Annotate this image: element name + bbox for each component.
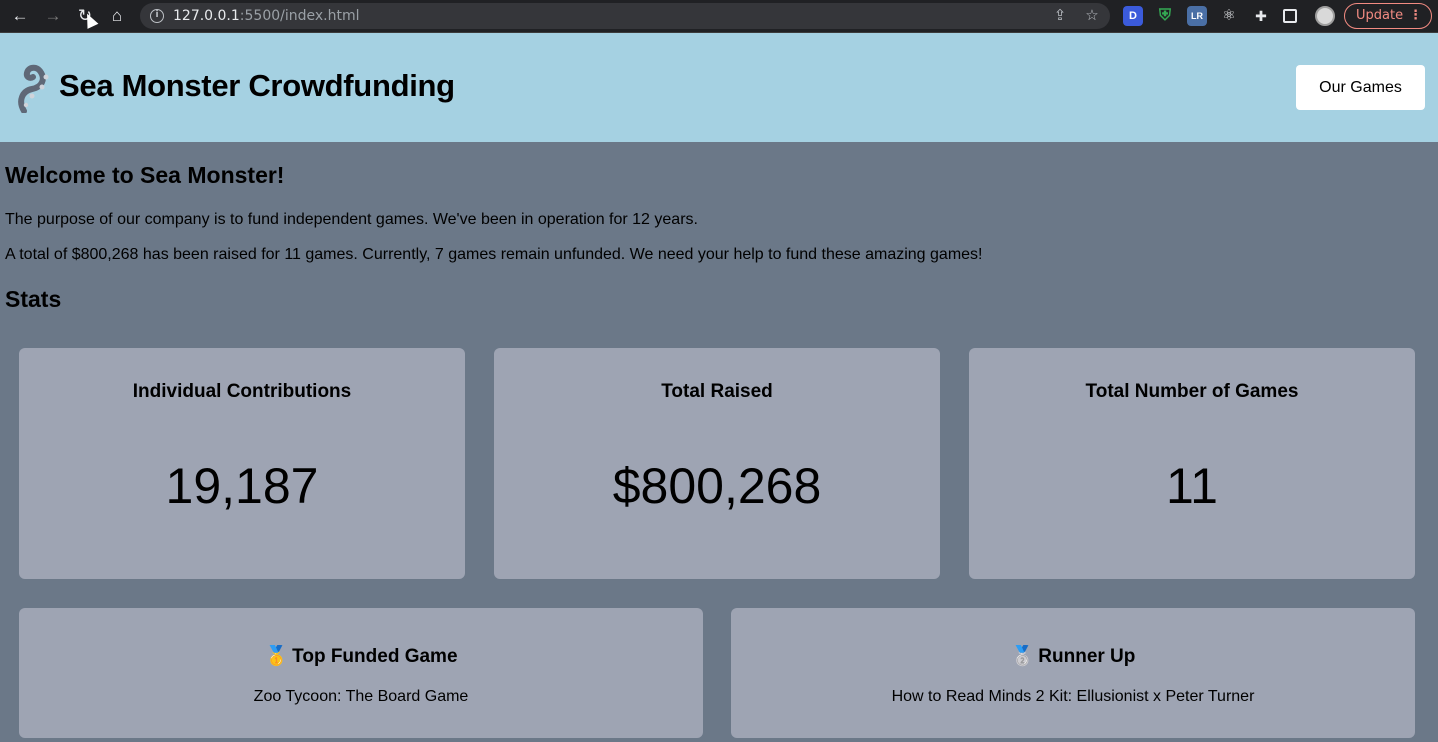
bookmark-star-icon[interactable]: ☆: [1082, 6, 1102, 26]
company-purpose-text: The purpose of our company is to fund in…: [5, 211, 698, 228]
funding-summary-text: A total of $800,268 has been raised for …: [5, 246, 983, 263]
stat-label: Individual Contributions: [132, 381, 352, 402]
forward-icon[interactable]: →: [40, 4, 66, 28]
profile-avatar[interactable]: [1315, 6, 1335, 26]
runner-up-heading: 🥈 Runner Up: [731, 644, 1415, 668]
runner-up-label: Runner Up: [1038, 646, 1136, 667]
url-text[interactable]: 127.0.0.1:5500/index.html: [173, 7, 360, 25]
gold-medal-icon: 🥇: [264, 645, 289, 667]
browser-toolbar: ← → ↻ ⌂ i 127.0.0.1:5500/index.html ⇪ ☆ …: [0, 0, 1438, 33]
top-funded-game-name: Zoo Tycoon: The Board Game: [253, 688, 469, 705]
top-funded-game-card: 🥇 Top Funded Game Zoo Tycoon: The Board G…: [19, 608, 703, 738]
update-button[interactable]: Update ⋮: [1344, 3, 1432, 29]
runner-up-game-card: 🥈 Runner Up How to Read Minds 2 Kit: Ellu…: [731, 608, 1415, 738]
our-games-button[interactable]: Our Games: [1296, 65, 1425, 110]
home-icon[interactable]: ⌂: [104, 4, 130, 28]
address-bar[interactable]: i 127.0.0.1:5500/index.html ⇪ ☆: [140, 3, 1110, 29]
site-header: Sea Monster Crowdfunding Our Games: [0, 33, 1438, 142]
sea-monster-tentacle-icon: [18, 64, 49, 113]
runner-up-game-name: How to Read Minds 2 Kit: Ellusionist x P…: [891, 688, 1255, 705]
welcome-heading: Welcome to Sea Monster!: [5, 162, 285, 188]
stat-card-total-raised: Total Raised $800,268: [494, 348, 940, 579]
stat-value: $800,268: [612, 458, 822, 514]
stats-heading: Stats: [5, 286, 62, 312]
stat-card-number-of-games: Total Number of Games 11: [969, 348, 1415, 579]
extensions-puzzle-icon[interactable]: ✚: [1251, 6, 1271, 26]
extension-shield-icon[interactable]: ⛨: [1155, 6, 1175, 26]
stat-value: 11: [1166, 458, 1218, 514]
extension-react-icon[interactable]: ⚛: [1219, 6, 1239, 26]
top-funded-label: Top Funded Game: [292, 646, 458, 667]
share-icon[interactable]: ⇪: [1050, 6, 1070, 26]
site-info-icon[interactable]: i: [150, 9, 164, 23]
stat-label: Total Number of Games: [1085, 381, 1299, 402]
top-funded-heading: 🥇 Top Funded Game: [19, 644, 703, 668]
back-icon[interactable]: ←: [7, 4, 33, 28]
stat-value: 19,187: [165, 458, 319, 514]
stat-label: Total Raised: [661, 381, 773, 402]
side-panel-icon[interactable]: [1283, 9, 1297, 23]
menu-dots-icon[interactable]: ⋮: [1409, 4, 1422, 28]
extension-lr-icon[interactable]: LR: [1187, 6, 1207, 26]
site-title: Sea Monster Crowdfunding: [59, 68, 455, 103]
stat-card-contributions: Individual Contributions 19,187: [19, 348, 465, 579]
extension-d-icon[interactable]: D: [1123, 6, 1143, 26]
silver-medal-icon: 🥈: [1010, 645, 1035, 667]
